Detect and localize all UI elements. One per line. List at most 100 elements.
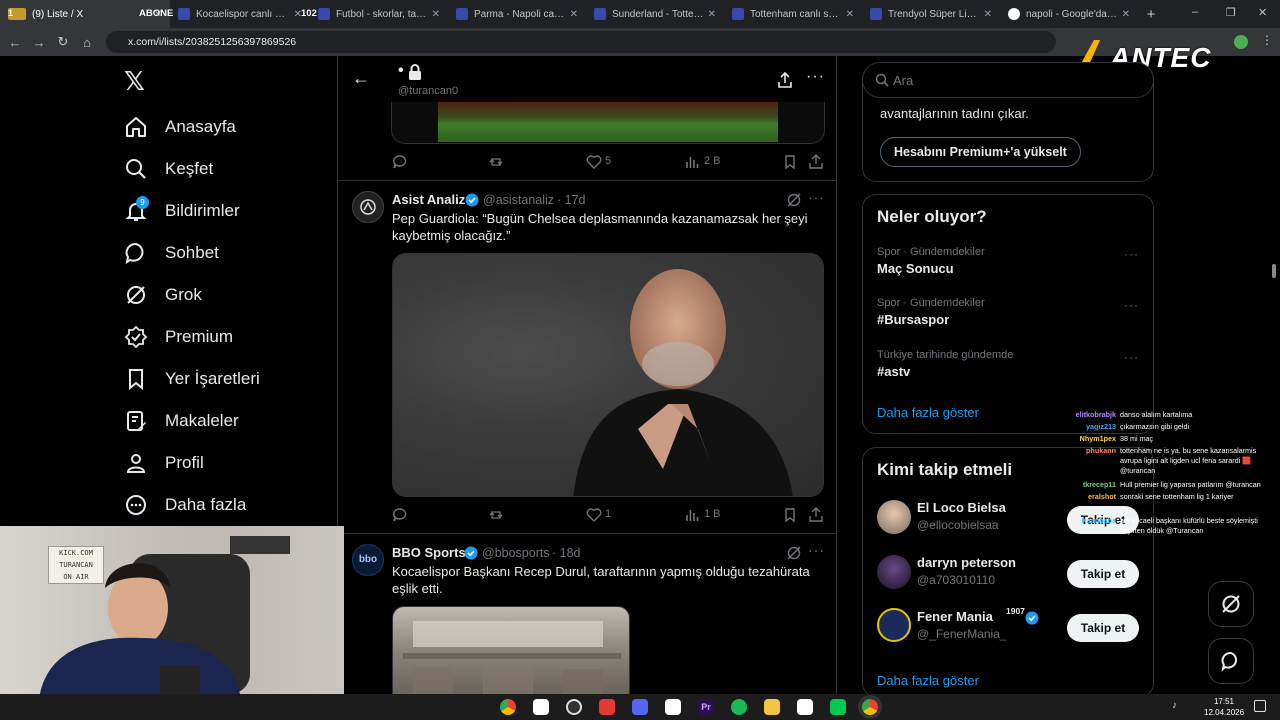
views-icon[interactable] <box>684 507 700 523</box>
grok-explain-icon[interactable] <box>786 545 802 561</box>
tweet-time[interactable]: · 17d <box>557 193 586 207</box>
browser-tab[interactable]: Trendyol Süper Lig puan ✕ <box>862 0 1000 28</box>
views-icon[interactable] <box>684 154 700 170</box>
reload-icon[interactable]: ↻ <box>51 34 75 50</box>
sidebar-item-explore[interactable]: Keşfet <box>124 148 213 190</box>
sidebar-item-home[interactable]: Anasayfa <box>124 106 236 148</box>
show-more-link[interactable]: Daha fazla göster <box>877 673 979 688</box>
tab-close-icon[interactable]: ✕ <box>708 9 716 20</box>
tweet-media-image[interactable] <box>392 253 824 497</box>
premium-card: avantajlarının tadını çıkar. Hesabını Pr… <box>862 76 1154 182</box>
trend-more-icon[interactable]: ··· <box>1124 247 1139 261</box>
reply-icon[interactable] <box>392 154 408 170</box>
chrome-taskbar-icon[interactable] <box>500 699 516 715</box>
chrome-taskbar-icon[interactable] <box>862 699 878 715</box>
browser-menu-icon[interactable]: ⋮ <box>1261 33 1273 47</box>
clock[interactable]: 17:51 12.04.2026 <box>1204 696 1244 718</box>
chat-text: 38 mi maç <box>1120 434 1154 443</box>
discord-taskbar-icon[interactable] <box>632 699 648 715</box>
capcut-taskbar-icon[interactable] <box>797 699 813 715</box>
avatar[interactable]: bbo <box>352 544 384 576</box>
avatar[interactable] <box>352 191 384 223</box>
premium-upgrade-button[interactable]: Hesabını Premium+'a yükselt <box>880 137 1081 167</box>
tweet-author-handle[interactable]: @asistanaliz <box>483 193 554 207</box>
retweet-icon[interactable] <box>488 154 504 170</box>
browser-tab[interactable]: Sunderland - Tottenham ✕ <box>586 0 724 28</box>
right-sidebar: Ara avantajlarının tadını çıkar. Hesabın… <box>862 56 1154 720</box>
speaker-icon[interactable]: ♪ <box>1172 700 1177 711</box>
tab-close-icon[interactable]: ✕ <box>432 9 440 20</box>
browser-tab[interactable]: Parma - Napoli canlı skor ✕ <box>448 0 586 28</box>
browser-tab[interactable]: Tottenham canlı skoru, ta ✕ <box>724 0 862 28</box>
home-page-icon[interactable]: ⌂ <box>75 35 99 50</box>
share-icon[interactable] <box>777 72 793 88</box>
capcut-taskbar-icon[interactable] <box>533 699 549 715</box>
tweet[interactable]: Asist Analiz @asistanaliz · 17d ··· Pep … <box>338 181 836 533</box>
window-minimize-button[interactable]: – <box>1192 6 1198 18</box>
capcut-taskbar-icon[interactable] <box>665 699 681 715</box>
trend-more-icon[interactable]: ··· <box>1124 298 1139 312</box>
trend-item[interactable]: Spor · Gündemdekiler Maç Sonucu <box>877 246 1141 276</box>
browser-tab[interactable]: Kocaelispor canlı skoru, tak ✕ <box>170 0 310 28</box>
notification-center-icon[interactable] <box>1254 700 1266 712</box>
tab-prefix-label: 1 <box>8 8 14 18</box>
back-arrow-icon[interactable]: ← <box>352 68 370 89</box>
tweet-author-name[interactable]: BBO Sports <box>392 545 466 560</box>
bookmark-icon[interactable] <box>782 507 798 523</box>
follow-button[interactable]: Takip et <box>1067 560 1139 588</box>
tab-close-icon[interactable]: ✕ <box>1122 9 1130 20</box>
scrollbar[interactable] <box>1272 264 1276 278</box>
tweet-author-name[interactable]: Asist Analiz <box>392 192 465 207</box>
new-tab-button[interactable]: + <box>1138 6 1164 23</box>
tab-title: napoli - Google'da Ara <box>1026 8 1118 20</box>
lock-icon <box>409 64 421 80</box>
browser-tab[interactable]: Futbol - skorlar, takvim & ✕ <box>310 0 448 28</box>
sidebar-item-bookmarks[interactable]: Yer İşaretleri <box>124 358 260 400</box>
url-field[interactable]: x.com/i/lists/2038251256397869526 <box>106 31 1056 53</box>
tab-close-icon[interactable]: ✕ <box>984 9 992 20</box>
obs-taskbar-icon[interactable] <box>566 699 582 715</box>
share-icon[interactable] <box>808 154 824 170</box>
file-explorer-taskbar-icon[interactable] <box>764 699 780 715</box>
sidebar-item-chat[interactable]: Sohbet <box>124 232 219 274</box>
grok-explain-icon[interactable] <box>786 192 802 208</box>
sidebar-item-more[interactable]: Daha fazla <box>124 484 246 526</box>
window-close-button[interactable]: ✕ <box>1258 6 1267 19</box>
grok-floating-button[interactable] <box>1208 581 1254 627</box>
trend-item[interactable]: Spor · Gündemdekiler #Bursaspor <box>877 297 1141 327</box>
back-icon[interactable]: ← <box>3 35 27 50</box>
tweet-more-icon[interactable]: ··· <box>808 189 825 205</box>
forward-icon[interactable]: → <box>27 35 51 50</box>
trend-item[interactable]: Türkiye tarihinde gündemde #astv <box>877 349 1141 379</box>
app-taskbar-icon[interactable] <box>830 699 846 715</box>
sidebar-item-articles[interactable]: Makaleler <box>124 400 239 442</box>
bookmark-icon[interactable] <box>782 154 798 170</box>
tweet-author-handle[interactable]: @bbosports <box>482 546 550 560</box>
tab-close-icon[interactable]: ✕ <box>846 9 854 20</box>
like-icon[interactable] <box>586 154 602 170</box>
spotify-taskbar-icon[interactable] <box>731 699 747 715</box>
reply-icon[interactable] <box>392 507 408 523</box>
window-restore-button[interactable]: ❐ <box>1226 6 1236 19</box>
tab-close-icon[interactable]: ✕ <box>570 9 578 20</box>
url-text: x.com/i/lists/2038251256397869526 <box>128 36 297 48</box>
x-logo-icon[interactable]: 𝕏 <box>124 66 145 97</box>
follow-button[interactable]: Takip et <box>1067 614 1139 642</box>
messages-floating-button[interactable] <box>1208 638 1254 684</box>
sidebar-item-grok[interactable]: Grok <box>124 274 202 316</box>
tweet-media-image[interactable] <box>438 96 778 142</box>
app-taskbar-icon[interactable] <box>599 699 615 715</box>
browser-tab[interactable]: napoli - Google'da Ara ✕ <box>1000 0 1138 28</box>
sidebar-item-profile[interactable]: Profil <box>124 442 204 484</box>
retweet-icon[interactable] <box>488 507 504 523</box>
trend-more-icon[interactable]: ··· <box>1124 350 1139 364</box>
tweet-more-icon[interactable]: ··· <box>808 542 825 558</box>
tweet[interactable]: bbo BBO Sports @bbosports · 18d ··· Koca… <box>338 534 836 720</box>
share-icon[interactable] <box>808 507 824 523</box>
show-more-link[interactable]: Daha fazla göster <box>877 405 979 420</box>
premiere-taskbar-icon[interactable]: Pr <box>698 699 714 715</box>
sidebar-item-premium[interactable]: Premium <box>124 316 233 358</box>
tweet-time[interactable]: · 18d <box>552 546 581 560</box>
more-options-icon[interactable]: ··· <box>806 68 825 86</box>
like-icon[interactable] <box>586 507 602 523</box>
